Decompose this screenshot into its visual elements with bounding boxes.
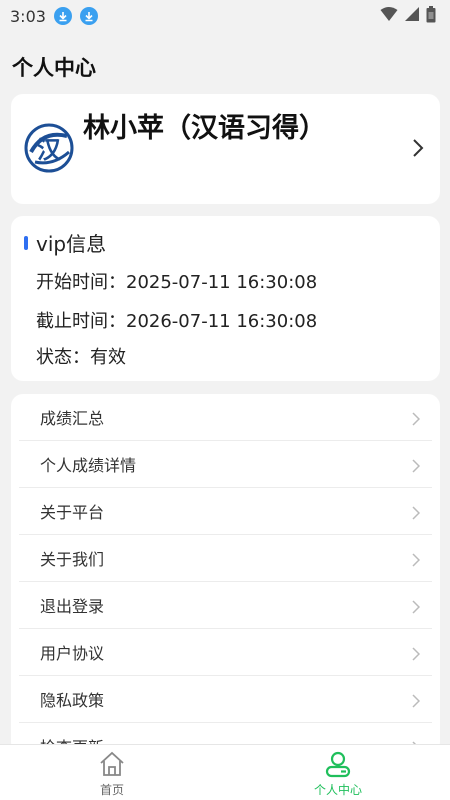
vip-status: 状态：有效	[36, 347, 126, 368]
chevron-right-icon	[412, 138, 424, 162]
menu-item-label: 隐私政策	[40, 691, 105, 710]
user-icon	[324, 750, 352, 782]
vip-accent-bar	[24, 236, 28, 250]
download-icon	[79, 7, 98, 25]
profile-card[interactable]: 汉 林小苹（汉语习得）	[11, 94, 440, 204]
menu-item-label: 成绩汇总	[40, 409, 105, 428]
menu-item-logout[interactable]: 退出登录	[19, 582, 432, 629]
chevron-right-icon	[412, 411, 421, 430]
bottom-tab-bar: 首页 个人中心	[0, 744, 450, 800]
menu-item-about-platform[interactable]: 关于平台	[19, 488, 432, 535]
chevron-right-icon	[412, 693, 421, 712]
vip-title: vip信息	[36, 232, 107, 256]
vip-info-card: vip信息 开始时间：2025-07-11 16:30:08 截止时间：2026…	[11, 216, 440, 381]
profile-name: 林小苹（汉语习得）	[83, 113, 326, 144]
chevron-right-icon	[412, 505, 421, 524]
menu-item-privacy-policy[interactable]: 隐私政策	[19, 676, 432, 723]
signal-icon	[404, 6, 420, 26]
menu-item-user-agreement[interactable]: 用户协议	[19, 629, 432, 676]
han-logo-icon: 汉	[23, 122, 75, 174]
vip-start-time: 开始时间：2025-07-11 16:30:08	[36, 272, 318, 293]
chevron-right-icon	[412, 552, 421, 571]
wifi-icon	[380, 6, 398, 26]
menu-item-label: 关于平台	[40, 503, 105, 522]
tab-profile[interactable]: 个人中心	[283, 745, 393, 800]
chevron-right-icon	[412, 646, 421, 665]
tab-home-label: 首页	[99, 783, 124, 797]
vip-end-time: 截止时间：2026-07-11 16:30:08	[36, 311, 318, 332]
chevron-right-icon	[412, 458, 421, 477]
page-title: 个人中心	[12, 56, 96, 80]
status-bar: 3:03	[0, 0, 450, 32]
battery-icon	[426, 5, 436, 27]
home-icon	[98, 750, 126, 782]
download-icon	[53, 7, 72, 25]
menu-item-label: 个人成绩详情	[40, 456, 137, 475]
menu-item-label: 退出登录	[40, 597, 105, 616]
status-time: 3:03	[10, 6, 46, 26]
menu-item-label: 用户协议	[40, 644, 105, 663]
tab-profile-label: 个人中心	[313, 783, 362, 797]
menu-item-about-us[interactable]: 关于我们	[19, 535, 432, 582]
menu-item-score-summary[interactable]: 成绩汇总	[19, 394, 432, 441]
menu-item-score-detail[interactable]: 个人成绩详情	[19, 441, 432, 488]
chevron-right-icon	[412, 599, 421, 618]
menu-list: 成绩汇总 个人成绩详情 关于平台 关于我们 退出登录 用户协议 隐私政策 检查更…	[11, 394, 440, 754]
tab-home[interactable]: 首页	[57, 745, 167, 800]
menu-item-label: 关于我们	[40, 550, 105, 569]
svg-text:汉: 汉	[37, 136, 62, 164]
